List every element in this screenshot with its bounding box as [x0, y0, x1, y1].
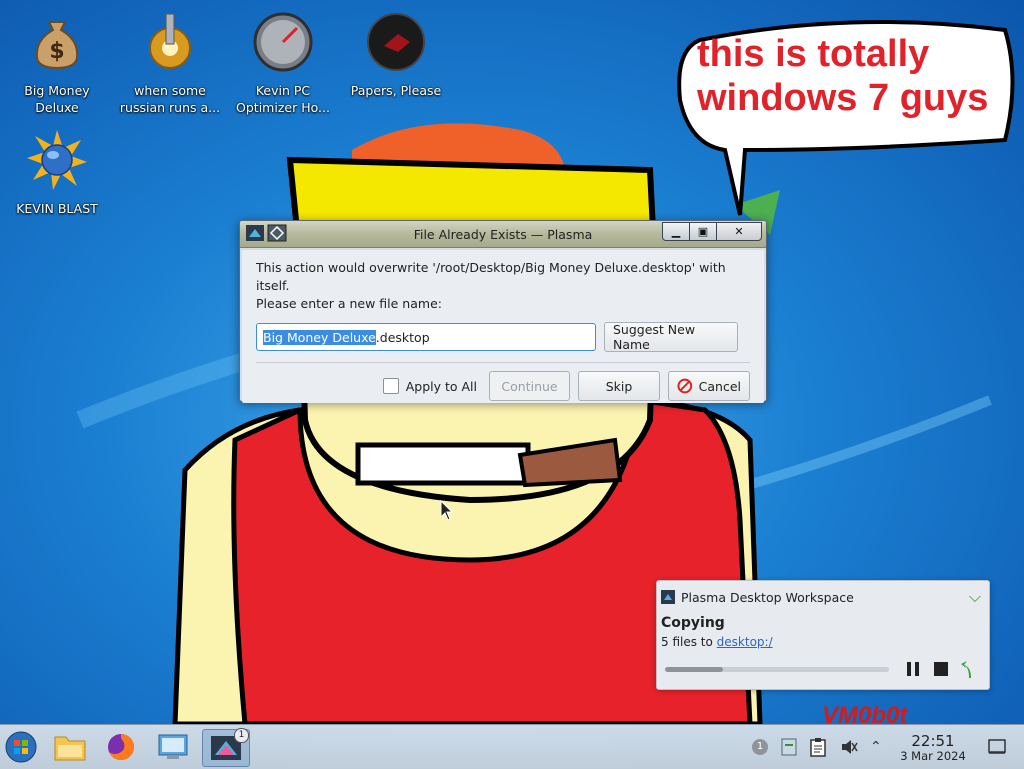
taskbar-firefox[interactable] [102, 729, 140, 765]
clock-time: 22:51 [911, 732, 955, 750]
desktop-icon-russian[interactable]: when some russian runs a... [115, 10, 225, 116]
clipboard-icon[interactable] [810, 737, 826, 757]
close-button[interactable]: ✕ [716, 222, 762, 241]
desktop-icon-kevin-blast[interactable]: KEVIN BLAST [2, 128, 112, 217]
clock-date: 3 Mar 2024 [900, 749, 966, 763]
message-line-2: Please enter a new file name: [256, 296, 442, 311]
mouse-cursor-icon [440, 500, 454, 521]
continue-button[interactable]: Continue [489, 371, 570, 401]
plasma-app-icon [661, 590, 675, 604]
globe-sun-icon [27, 130, 87, 190]
cancel-label: Cancel [698, 378, 741, 394]
disk-tray-icon[interactable] [780, 737, 798, 757]
stop-button[interactable] [933, 661, 949, 681]
cancel-button[interactable]: Cancel [668, 371, 750, 401]
file-manager-icon [54, 736, 86, 761]
volume-muted-icon[interactable] [840, 738, 858, 756]
dialog-divider [256, 362, 750, 363]
chevron-up-icon[interactable]: ⌃ [870, 739, 882, 755]
taskbar-dialog-task[interactable]: 1 [202, 728, 250, 767]
clock[interactable]: 22:51 3 Mar 2024 [888, 733, 978, 763]
system-settings-icon [158, 734, 188, 759]
filename-selected-text: Big Money Deluxe [263, 329, 376, 345]
suggest-new-name-button[interactable]: Suggest New Name [604, 322, 738, 352]
stop-icon [934, 662, 948, 676]
details-button[interactable] [961, 659, 977, 683]
notification-subtitle: 5 files to desktop:/ [661, 635, 989, 649]
speech-bubble-text: this is totally windows 7 guys [697, 33, 989, 119]
copy-progress-notification: Plasma Desktop Workspace ⌵ Copying 5 fil… [656, 580, 990, 690]
start-orb-icon [5, 731, 37, 763]
desktop-icon-label: KEVIN BLAST [16, 201, 98, 216]
notification-sub-prefix: 5 files to [661, 635, 717, 649]
arrow-up-left-icon [961, 661, 971, 678]
show-desktop-icon[interactable] [988, 739, 1006, 755]
apply-to-all-checkbox[interactable] [382, 378, 399, 394]
skip-button[interactable]: Skip [578, 371, 660, 401]
firefox-icon [108, 734, 134, 760]
task-count-badge: 1 [234, 728, 249, 743]
file-exists-dialog: File Already Exists — Plasma ▁ ▣ ✕ This … [239, 220, 767, 403]
gauge-icon [253, 12, 313, 72]
desktop-icon-papers-please[interactable]: Papers, Please [341, 10, 451, 99]
apply-to-all-label[interactable]: Apply to All [406, 379, 477, 394]
notification-count-badge[interactable]: 1 [752, 739, 768, 755]
minimize-icon: ▁ [671, 225, 681, 238]
close-icon: ✕ [734, 225, 744, 238]
start-menu-button[interactable] [2, 729, 40, 765]
cancel-icon [677, 378, 693, 394]
pause-button[interactable] [905, 661, 921, 681]
desktop-icon-label: Kevin PC Optimizer Ho... [236, 83, 330, 115]
desktop-icon-label: Papers, Please [350, 83, 442, 98]
chevron-down-icon[interactable]: ⌵ [969, 587, 981, 607]
desktop-icon-label: when some russian runs a... [119, 83, 221, 115]
desktop-icon-kevin-optimizer[interactable]: Kevin PC Optimizer Ho... [228, 10, 338, 116]
papers-please-icon [367, 13, 425, 71]
pause-icon [907, 662, 919, 676]
message-line-1: This action would overwrite '/root/Deskt… [256, 260, 726, 293]
notification-title: Copying [661, 615, 725, 631]
taskbar: 1 1 ⌃ 22:51 3 Mar 2024 [0, 724, 1024, 769]
new-filename-input[interactable]: Big Money Deluxe .desktop [256, 323, 596, 351]
money-bag-icon: $ [35, 21, 79, 70]
maximize-button[interactable]: ▣ [689, 222, 717, 241]
taskbar-file-manager[interactable] [51, 729, 89, 765]
taskbar-system-settings[interactable] [154, 729, 192, 765]
minimize-button[interactable]: ▁ [662, 222, 690, 241]
dialog-titlebar[interactable]: File Already Exists — Plasma ▁ ▣ ✕ [240, 221, 766, 248]
filename-extension-text: .desktop [375, 329, 430, 345]
maximize-icon: ▣ [697, 225, 709, 238]
copy-progress-bar [665, 667, 889, 672]
desktop-icon-label: Big Money Deluxe [24, 83, 90, 115]
svg-text:$: $ [49, 39, 64, 64]
progress-fill [665, 667, 724, 672]
desktop-icon-big-money-deluxe[interactable]: $ Big Money Deluxe [2, 10, 112, 116]
destination-link[interactable]: desktop:/ [717, 635, 773, 649]
notification-app-name: Plasma Desktop Workspace [681, 589, 854, 605]
gear-icon [149, 13, 191, 69]
dialog-message: This action would overwrite '/root/Deskt… [256, 259, 750, 313]
